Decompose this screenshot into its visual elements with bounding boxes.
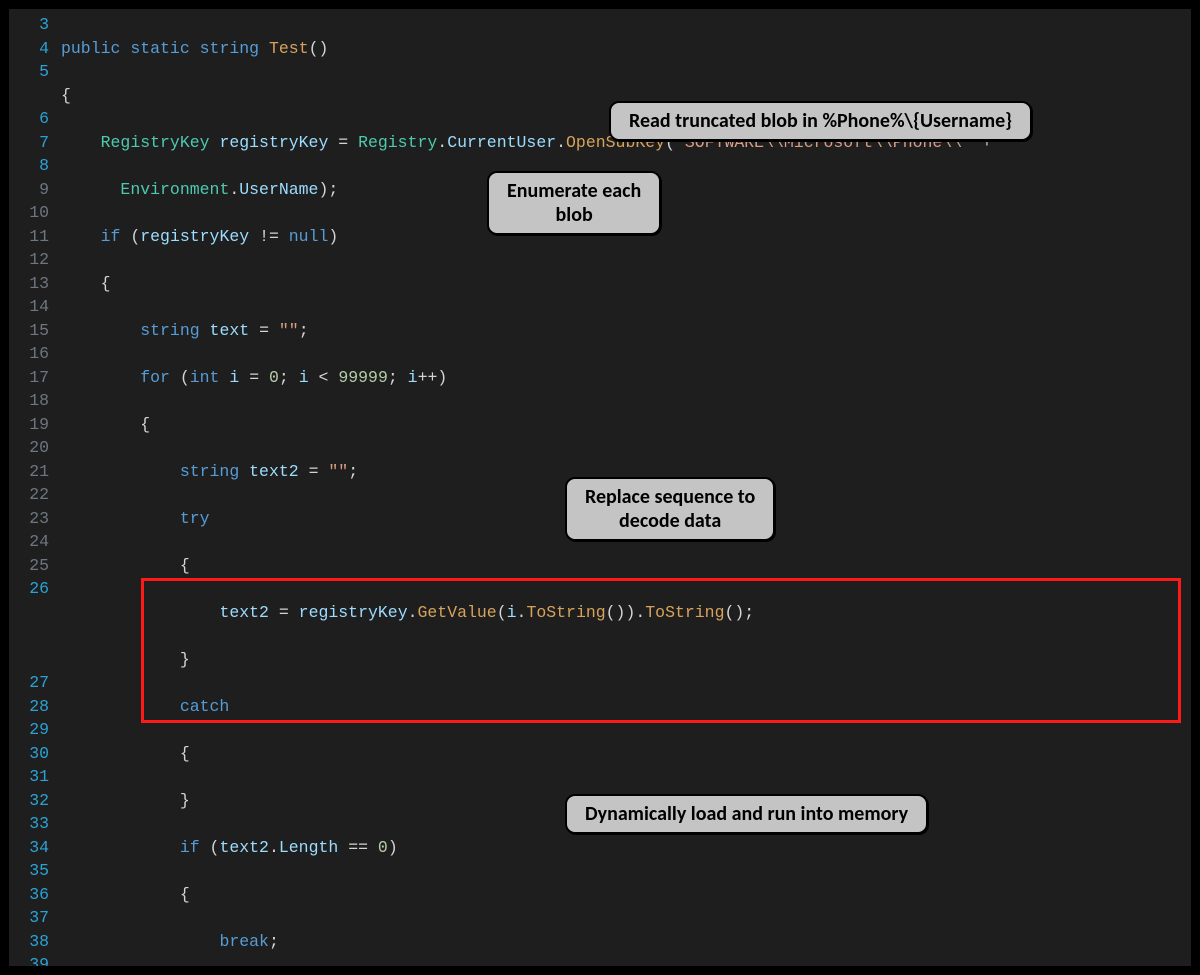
line-number: 22 [9,483,49,507]
line-number: 9 [9,178,49,202]
code-line: string text = ""; [61,319,1191,343]
line-number: 16 [9,342,49,366]
line-number: 31 [9,765,49,789]
callout-2: Enumerate each blob [487,171,661,235]
line-number [9,648,49,672]
line-number: 28 [9,695,49,719]
line-number: 32 [9,789,49,813]
code-editor: 3 4 5 6 7 8 9 10 11 12 13 14 15 16 17 18… [8,8,1192,967]
code-line: } [61,648,1191,672]
code-line: for (int i = 0; i < 99999; i++) [61,366,1191,390]
line-number: 24 [9,530,49,554]
code-line: break; [61,930,1191,954]
code-line: { [61,272,1191,296]
line-number: 13 [9,272,49,296]
line-number: 12 [9,248,49,272]
line-number [9,601,49,625]
code-line: { [61,413,1191,437]
line-number: 27 [9,671,49,695]
line-number [9,624,49,648]
callout-3: Replace sequence to decode data [565,477,775,541]
line-number-gutter: 3 4 5 6 7 8 9 10 11 12 13 14 15 16 17 18… [9,9,61,967]
code-line: text2 = registryKey.GetValue(i.ToString(… [61,601,1191,625]
code-line: public static string Test() [61,37,1191,61]
line-number: 25 [9,554,49,578]
line-number: 34 [9,836,49,860]
line-number: 20 [9,436,49,460]
line-number [9,84,49,108]
line-number: 7 [9,131,49,155]
code-line: catch [61,695,1191,719]
code-line: { [61,554,1191,578]
line-number: 14 [9,295,49,319]
line-number: 15 [9,319,49,343]
line-number: 23 [9,507,49,531]
line-number: 3 [9,13,49,37]
line-number: 26 [9,577,49,601]
code-line: { [61,883,1191,907]
callout-1: Read truncated blob in %Phone%\{Username… [609,101,1032,141]
callout-4: Dynamically load and run into memory [565,794,928,834]
line-number: 8 [9,154,49,178]
line-number: 21 [9,460,49,484]
line-number: 11 [9,225,49,249]
line-number: 30 [9,742,49,766]
line-number: 4 [9,37,49,61]
line-number: 18 [9,389,49,413]
line-number: 19 [9,413,49,437]
line-number: 36 [9,883,49,907]
line-number: 6 [9,107,49,131]
code-line: if (text2.Length == 0) [61,836,1191,860]
line-number: 17 [9,366,49,390]
line-number: 29 [9,718,49,742]
line-number: 37 [9,906,49,930]
line-number: 38 [9,930,49,954]
line-number: 5 [9,60,49,84]
code-line: { [61,742,1191,766]
line-number: 39 [9,953,49,967]
line-number: 35 [9,859,49,883]
line-number: 33 [9,812,49,836]
line-number: 10 [9,201,49,225]
